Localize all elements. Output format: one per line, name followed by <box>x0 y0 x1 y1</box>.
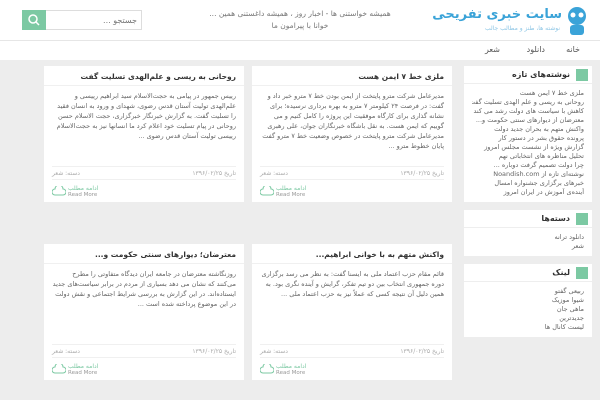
post-meta: تاریخ ۱۳۹۶/۰۲/۲۵ دسته: شعر <box>260 344 444 358</box>
widget-header: نوشته‌های تازه <box>464 66 592 84</box>
post-category[interactable]: دسته: شعر <box>260 170 288 177</box>
widget-title: دسته‌ها <box>541 214 570 223</box>
recent-post-link[interactable]: ملزی خط ۷ ایمن هست <box>472 89 584 98</box>
post-meta: تاریخ ۱۳۹۶/۰۲/۲۵ دسته: شعر <box>52 344 236 358</box>
post-excerpt: رییس جمهور در پیامی به حجت‌الاسلام سید ا… <box>56 92 236 140</box>
post-date: تاریخ ۱۳۹۶/۰۲/۲۵ <box>192 170 236 177</box>
post-title[interactable]: معترضان؛ دیوارهای سنتی حکومت و... <box>44 244 244 264</box>
category-link[interactable]: شعر <box>472 242 584 251</box>
recent-post-link[interactable]: خبرهای برگزاری جشنواره امسال <box>472 179 584 188</box>
site-header: سایت خبری تفریحی نوشته ها، طنز و مطالب ج… <box>0 0 600 40</box>
recent-posts-list: ملزی خط ۷ ایمن هست روحانی به ریسی و علم … <box>464 84 592 202</box>
cloud-download-icon <box>52 186 66 196</box>
blogroll-link[interactable]: ماهی جان <box>472 305 584 314</box>
search-button[interactable] <box>22 10 46 30</box>
recent-post-link[interactable]: واکنش متهم به بحران جدید دولت <box>472 125 584 134</box>
post-card: معترضان؛ دیوارهای سنتی حکومت و... روزنگا… <box>44 244 244 380</box>
post-card: واکنش متهم به با خوانی ابراهیم... قائم م… <box>252 244 452 380</box>
links-list: ربیعی گفتو شیوا موزیک ماهی جان جدیدترین … <box>464 282 592 337</box>
tagline-line1: همیشه خواستنی ها - اخبار روز ، همیشه داغ… <box>209 9 391 18</box>
nav-item-poetry[interactable]: شعر <box>485 45 500 54</box>
post-meta: تاریخ ۱۳۹۶/۰۲/۲۵ دسته: شعر <box>260 166 444 180</box>
cloud-download-icon <box>260 364 274 374</box>
read-more-label: ادامه مطلب <box>68 363 99 370</box>
tagline-line2: خوانا با پیرامون ما <box>271 21 329 30</box>
blogroll-link[interactable]: جدیدترین <box>472 314 584 323</box>
recent-post-link[interactable]: معترضان از دیوارهای سنتی حکومت و... <box>472 116 584 125</box>
mascot-icon <box>568 7 586 35</box>
read-more-label: ادامه مطلب <box>276 185 307 192</box>
recent-post-link[interactable]: کاهش با سیاست های دولت رشد می کند <box>472 107 584 116</box>
post-title[interactable]: واکنش متهم به با خوانی ابراهیم... <box>252 244 452 264</box>
links-widget: لینک ربیعی گفتو شیوا موزیک ماهی جان جدید… <box>464 264 592 337</box>
read-more-sublabel: Read More <box>68 370 98 376</box>
post-title[interactable]: ملزی خط ۷ ایمن هست <box>252 66 452 86</box>
read-more-button[interactable]: ادامه مطلب Read More <box>252 180 452 202</box>
post-excerpt: قائم مقام حزب اعتماد ملی به ایسنا گفت: ب… <box>261 270 444 298</box>
recent-posts-widget: نوشته‌های تازه ملزی خط ۷ ایمن هست روحانی… <box>464 66 592 202</box>
categories-list: دانلود ترانه شعر <box>464 228 592 256</box>
link-icon <box>576 267 588 279</box>
search-input[interactable] <box>49 11 137 29</box>
main-navigation: خانه دانلود شعر <box>0 40 600 60</box>
read-more-sublabel: Read More <box>68 192 98 198</box>
widget-header: لینک <box>464 264 592 282</box>
recent-post-link[interactable]: تحلیل مناظره های انتخاباتی نهم <box>472 152 584 161</box>
post-category[interactable]: دسته: شعر <box>52 170 80 177</box>
post-excerpt: روزنگاشته معترضان در جامعه ایران دیدگاه … <box>52 270 236 308</box>
blogroll-link[interactable]: لیست کانال ها <box>472 323 584 332</box>
recent-post-link[interactable]: آینده‌ی آموزش در ایران امروز <box>472 188 584 197</box>
sidebar: نوشته‌های تازه ملزی خط ۷ ایمن هست روحانی… <box>464 66 592 345</box>
read-more-button[interactable]: ادامه مطلب Read More <box>252 358 452 380</box>
post-category[interactable]: دسته: شعر <box>52 348 80 355</box>
folder-icon <box>576 213 588 225</box>
read-more-label: ادامه مطلب <box>276 363 307 370</box>
post-date: تاریخ ۱۳۹۶/۰۲/۲۵ <box>400 170 444 177</box>
post-excerpt: مدیرعامل شرکت مترو پایتخت از ایمن بودن خ… <box>262 92 444 150</box>
recent-post-link[interactable]: روحانی به ریسی و علم الهدی تسلیت گفت <box>472 98 584 107</box>
recent-post-link[interactable]: گزارش ویژه از نشست مجلس امروز <box>472 143 584 152</box>
categories-widget: دسته‌ها دانلود ترانه شعر <box>464 210 592 256</box>
cloud-download-icon <box>260 186 274 196</box>
brand-subtitle: نوشته ها، طنز و مطالب جالب <box>484 25 560 32</box>
brand-name: سایت خبری تفریحی <box>432 7 562 22</box>
read-more-sublabel: Read More <box>276 192 306 198</box>
post-card: ملزی خط ۷ ایمن هست مدیرعامل شرکت مترو پا… <box>252 66 452 202</box>
post-title[interactable]: روحانی به ریسی و علم‌الهدی تسلیت گفت <box>44 66 244 86</box>
post-date: تاریخ ۱۳۹۶/۰۲/۲۵ <box>192 348 236 355</box>
post-card: روحانی به ریسی و علم‌الهدی تسلیت گفت ریی… <box>44 66 244 202</box>
widget-title: لینک <box>552 268 570 277</box>
widget-title: نوشته‌های تازه <box>511 70 570 79</box>
read-more-button[interactable]: ادامه مطلب Read More <box>44 180 244 202</box>
blogroll-link[interactable]: ربیعی گفتو <box>472 287 584 296</box>
recent-post-link[interactable]: نوشته‌ای تازه از Noandish.com <box>472 170 584 179</box>
read-more-button[interactable]: ادامه مطلب Read More <box>44 358 244 380</box>
blogroll-link[interactable]: شیوا موزیک <box>472 296 584 305</box>
nav-item-home[interactable]: خانه <box>566 45 580 54</box>
pencil-icon <box>576 69 588 81</box>
search-icon <box>28 14 40 26</box>
read-more-sublabel: Read More <box>276 370 306 376</box>
site-tagline: همیشه خواستنی ها - اخبار روز ، همیشه داغ… <box>180 8 420 32</box>
recent-post-link[interactable]: پرونده حقوق بشر در دستور کار <box>472 134 584 143</box>
post-meta: تاریخ ۱۳۹۶/۰۲/۲۵ دسته: شعر <box>52 166 236 180</box>
cloud-download-icon <box>52 364 66 374</box>
read-more-label: ادامه مطلب <box>68 185 99 192</box>
widget-header: دسته‌ها <box>464 210 592 228</box>
post-category[interactable]: دسته: شعر <box>260 348 288 355</box>
recent-post-link[interactable]: چرا دولت تصمیم گرفت دوباره ... <box>472 161 584 170</box>
search-box <box>22 10 142 30</box>
category-link[interactable]: دانلود ترانه <box>472 233 584 242</box>
site-logo[interactable]: سایت خبری تفریحی نوشته ها، طنز و مطالب ج… <box>432 3 592 39</box>
post-date: تاریخ ۱۳۹۶/۰۲/۲۵ <box>400 348 444 355</box>
nav-item-download[interactable]: دانلود <box>527 45 545 54</box>
